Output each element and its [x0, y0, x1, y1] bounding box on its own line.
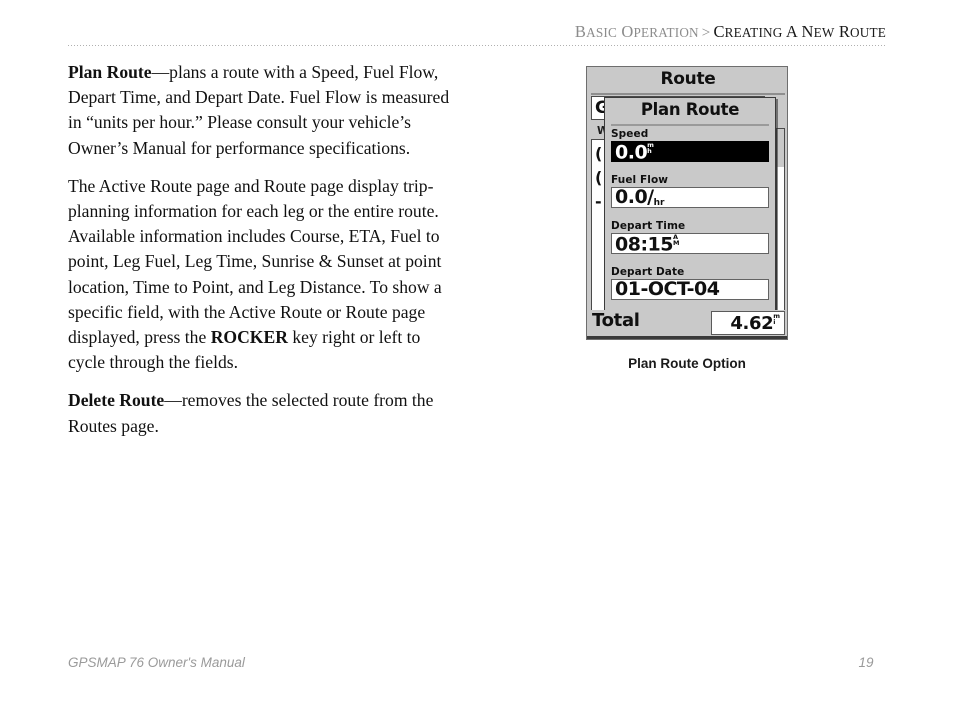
field-speed-label: Speed — [611, 128, 649, 140]
field-fuel-flow-unit: hr — [653, 198, 665, 208]
total-value-unit: mi — [773, 312, 780, 326]
total-row: Total 4.62 m i — [587, 310, 787, 336]
field-depart-time: Depart Time 08:15 A M — [611, 220, 769, 254]
field-depart-time-value[interactable]: 08:15 A M — [611, 233, 769, 254]
field-speed-value[interactable]: 0.0 m h — [611, 141, 769, 162]
field-depart-time-meridiem: AM — [672, 233, 680, 247]
figure-caption: Plan Route Option — [628, 356, 746, 371]
route-page-title: Route — [660, 69, 716, 89]
breadcrumb-current: CREATING A NEW ROUTE — [713, 22, 886, 41]
field-depart-date-number: 01-OCT-04 — [615, 279, 720, 300]
field-fuel-flow-number: 0.0/ — [615, 187, 654, 208]
total-value-field[interactable]: 4.62 m i — [711, 311, 785, 335]
field-speed-number: 0.0 — [615, 141, 648, 162]
list-item[interactable]: ( — [595, 168, 602, 187]
field-depart-date-label: Depart Date — [611, 266, 685, 278]
plan-route-term: Plan Route — [68, 62, 152, 82]
field-fuel-flow: Fuel Flow 0.0/hr — [611, 174, 769, 208]
paragraph-delete-route: Delete Route—removes the selected route … — [68, 388, 460, 438]
dialog-title-divider — [611, 124, 769, 126]
rocker-key-term: ROCKER — [210, 327, 288, 348]
delete-route-term: Delete Route — [68, 390, 165, 411]
route-title-divider — [591, 93, 785, 95]
field-depart-date: Depart Date 01-OCT-04 — [611, 266, 769, 300]
figure-plan-route: Route G W e ( ( - Plan Route — [586, 66, 790, 371]
plan-route-dialog-title: Plan Route — [640, 100, 740, 119]
field-depart-date-value[interactable]: 01-OCT-04 — [611, 279, 769, 300]
body-text-column: Plan Route—plans a route with a Speed, F… — [68, 60, 460, 452]
field-depart-time-number: 08:15 — [615, 233, 673, 254]
field-depart-time-label: Depart Time — [611, 220, 686, 232]
paragraph-active-route: The Active Route page and Route page dis… — [68, 174, 460, 376]
field-speed-unit: mh — [647, 141, 654, 155]
breadcrumb-parent: BASIC OPERATION — [574, 22, 699, 41]
footer-page-number: 19 — [858, 655, 874, 670]
active-route-text-before: The Active Route page and Route page dis… — [68, 175, 442, 348]
field-fuel-flow-label: Fuel Flow — [611, 174, 669, 186]
footer-manual-title: GPSMAP 76 Owner's Manual — [68, 655, 245, 670]
field-speed: Speed 0.0 m h — [611, 128, 769, 162]
paragraph-plan-route: Plan Route—plans a route with a Speed, F… — [68, 60, 460, 161]
breadcrumb: BASIC OPERATION > CREATING A NEW ROUTE — [68, 22, 886, 44]
field-fuel-flow-value[interactable]: 0.0/hr — [611, 187, 769, 208]
scrollbar[interactable] — [776, 128, 785, 314]
list-item[interactable]: ( — [595, 144, 602, 163]
gps-device-screen: Route G W e ( ( - Plan Route — [586, 66, 788, 340]
total-label: Total — [592, 310, 640, 331]
header-divider — [68, 45, 886, 46]
list-item[interactable]: - — [595, 192, 602, 211]
total-value-number: 4.62 — [730, 313, 774, 334]
scrollbar-thumb[interactable] — [777, 129, 784, 167]
breadcrumb-separator: > — [701, 25, 711, 41]
plan-route-dialog: Plan Route Speed 0.0 m h Fuel Flow 0.0/hr … — [604, 97, 776, 312]
